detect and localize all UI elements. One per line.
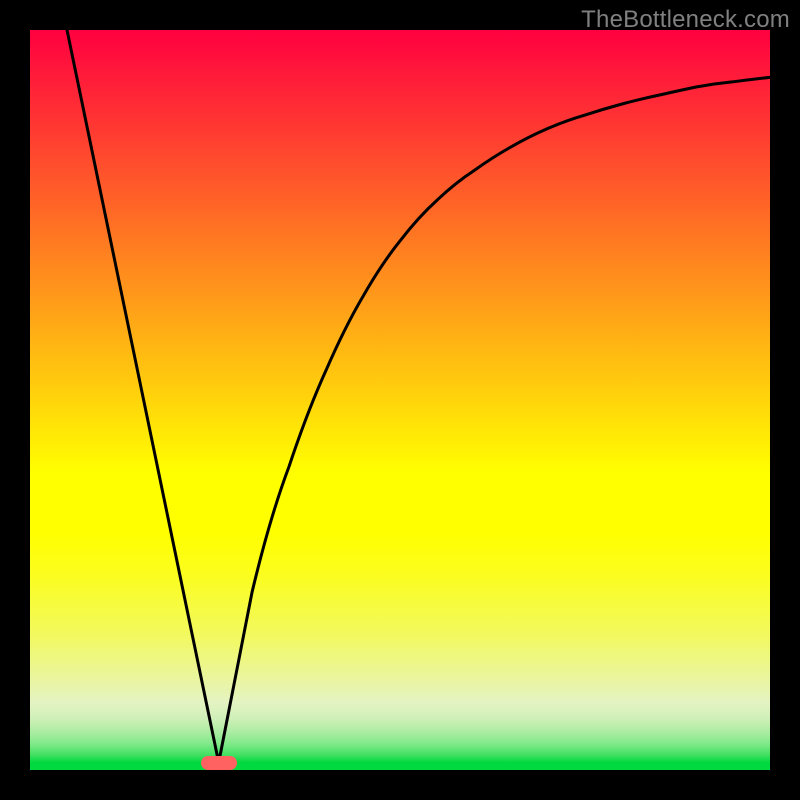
chart-curve	[30, 30, 770, 770]
min-marker	[201, 756, 237, 770]
chart-container: TheBottleneck.com	[0, 0, 800, 800]
plot-area	[30, 30, 770, 770]
watermark-text: TheBottleneck.com	[581, 6, 790, 34]
